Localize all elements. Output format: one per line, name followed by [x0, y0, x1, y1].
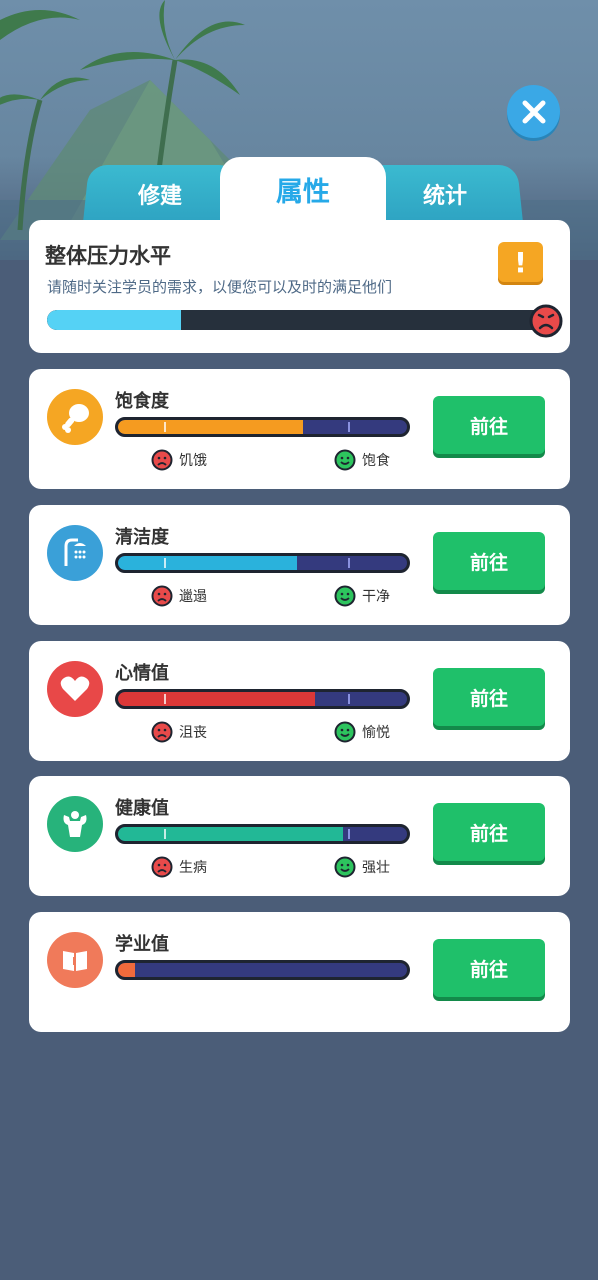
happy-face-icon — [334, 721, 356, 743]
threshold-tick — [164, 558, 166, 568]
stat-card: 心情值沮丧 愉悦 前往 — [29, 641, 570, 761]
low-label: 沮丧 — [179, 725, 207, 741]
exclamation-icon[interactable]: ! — [498, 242, 543, 282]
threshold-tick — [348, 422, 350, 432]
pressure-fill — [47, 310, 182, 330]
go-button[interactable]: 前往 — [433, 939, 545, 997]
chicken-leg-icon — [47, 389, 103, 445]
happy-face-icon — [334, 585, 356, 607]
close-button[interactable] — [507, 85, 560, 138]
low-label: 生病 — [179, 860, 207, 876]
sad-face-icon — [151, 721, 173, 743]
stat-label: 学业值 — [115, 934, 169, 955]
stat-bar — [115, 417, 410, 437]
high-indicator: 饱食 — [334, 449, 390, 471]
high-indicator: 强壮 — [334, 856, 390, 878]
go-button[interactable]: 前往 — [433, 803, 545, 861]
go-button[interactable]: 前往 — [433, 396, 545, 454]
book-icon — [47, 932, 103, 988]
threshold-tick — [164, 694, 166, 704]
stat-label: 清洁度 — [115, 527, 169, 548]
muscle-icon — [47, 796, 103, 852]
go-button[interactable]: 前往 — [433, 532, 545, 590]
happy-face-icon — [334, 449, 356, 471]
stat-bar — [115, 689, 410, 709]
stat-fill — [118, 556, 298, 570]
sad-face-icon — [529, 304, 563, 338]
stat-fill — [118, 827, 344, 841]
tab-build[interactable]: 修建 — [82, 165, 238, 223]
pressure-description: 请随时关注学员的需求，以便您可以及时的满足他们 — [47, 278, 393, 296]
pressure-title: 整体压力水平 — [45, 244, 171, 268]
high-label: 强壮 — [362, 860, 390, 876]
stat-bar — [115, 960, 410, 980]
tab-attributes[interactable]: 属性 — [220, 157, 386, 227]
stat-card: 健康值生病 强壮 前往 — [29, 776, 570, 896]
stat-card: 清洁度邋遢 干净 前往 — [29, 505, 570, 625]
threshold-tick — [348, 558, 350, 568]
happy-face-icon — [334, 856, 356, 878]
tab-stats[interactable]: 统计 — [366, 165, 524, 223]
threshold-tick — [348, 694, 350, 704]
stat-label: 健康值 — [115, 798, 169, 819]
low-indicator: 生病 — [151, 856, 207, 878]
stat-label: 心情值 — [115, 663, 169, 684]
high-indicator: 干净 — [334, 585, 390, 607]
stat-label: 饱食度 — [115, 391, 169, 412]
pressure-bar — [47, 310, 545, 330]
stat-bar — [115, 824, 410, 844]
pressure-card: 整体压力水平 请随时关注学员的需求，以便您可以及时的满足他们 ! — [29, 220, 570, 353]
high-label: 干净 — [362, 589, 390, 605]
go-button[interactable]: 前往 — [433, 668, 545, 726]
low-indicator: 邋遢 — [151, 585, 207, 607]
stat-fill — [118, 963, 136, 977]
stat-card: 饱食度饥饿 饱食 前往 — [29, 369, 570, 489]
low-indicator: 饥饿 — [151, 449, 207, 471]
high-label: 饱食 — [362, 453, 390, 469]
low-indicator: 沮丧 — [151, 721, 207, 743]
stat-fill — [118, 420, 303, 434]
threshold-tick — [164, 829, 166, 839]
stat-bar — [115, 553, 410, 573]
sad-face-icon — [151, 585, 173, 607]
stat-fill — [118, 692, 315, 706]
threshold-tick — [164, 422, 166, 432]
heart-icon — [47, 661, 103, 717]
low-label: 饥饿 — [179, 453, 207, 469]
shower-icon — [47, 525, 103, 581]
high-label: 愉悦 — [362, 725, 390, 741]
close-icon — [522, 100, 545, 123]
sad-face-icon — [151, 449, 173, 471]
threshold-tick — [348, 829, 350, 839]
sad-face-icon — [151, 856, 173, 878]
stat-card: 学业值 前往 — [29, 912, 570, 1032]
high-indicator: 愉悦 — [334, 721, 390, 743]
low-label: 邋遢 — [179, 589, 207, 605]
